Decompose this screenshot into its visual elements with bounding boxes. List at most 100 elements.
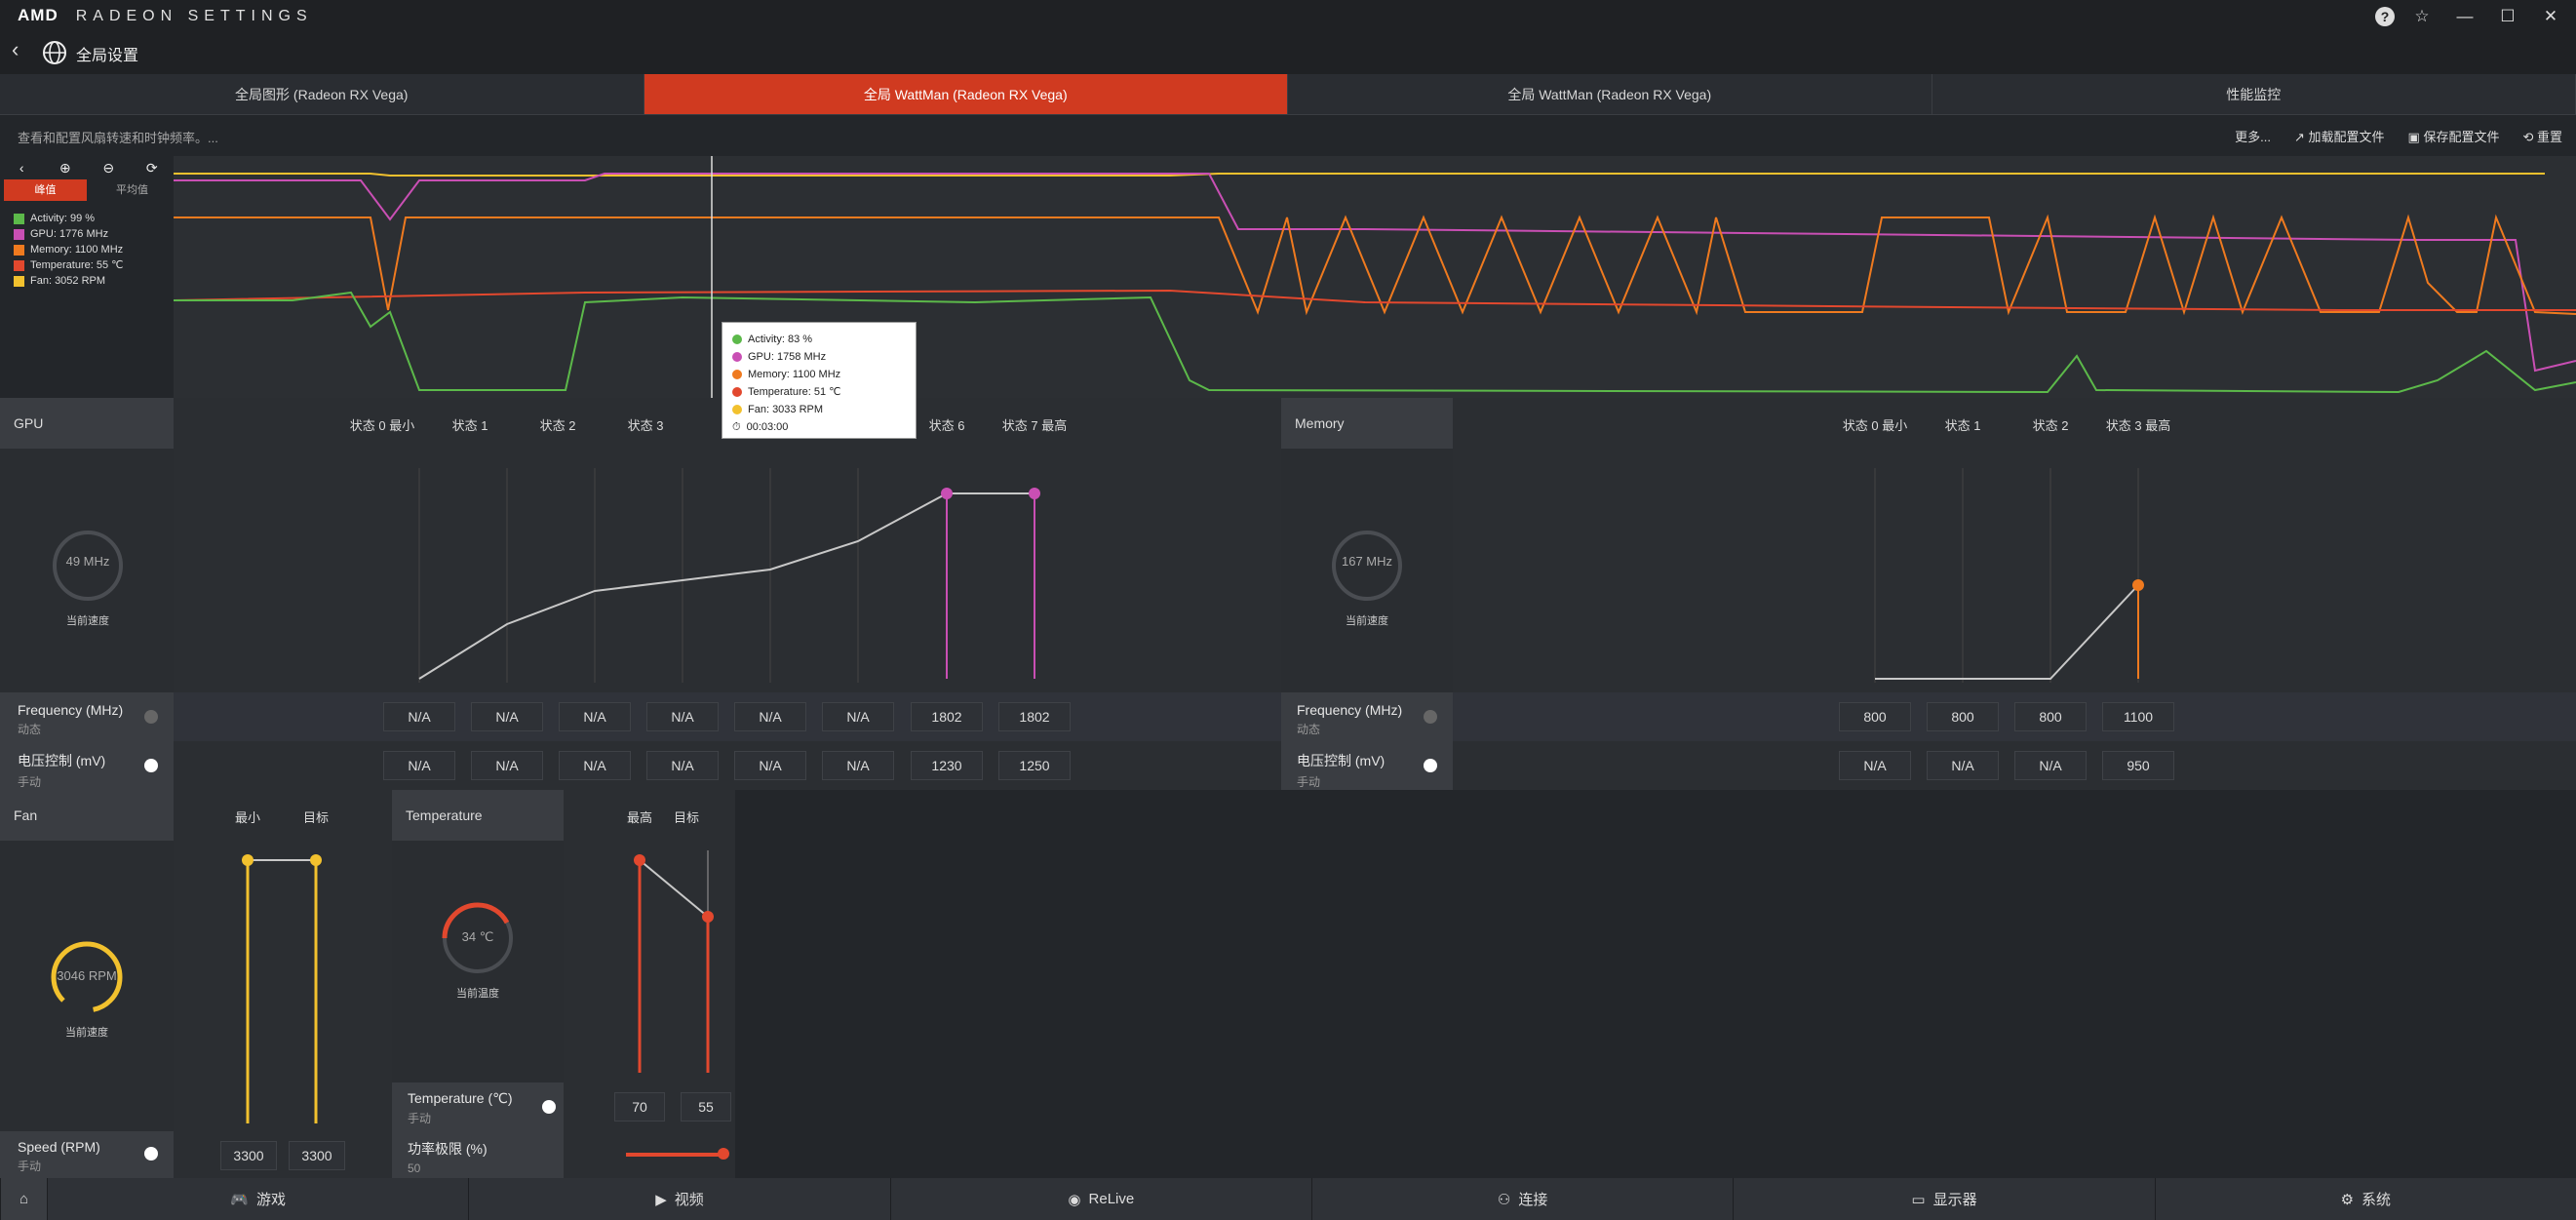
legend-gpu[interactable]: GPU: 1776 MHz [14, 226, 124, 242]
gpu-volt-input[interactable]: N/A [471, 751, 543, 780]
memory-title: Memory [1295, 415, 1345, 431]
zoom-in-icon[interactable]: ⊕ [44, 156, 88, 179]
gpu-freq-input[interactable]: 1802 [998, 702, 1071, 731]
memory-freq-input[interactable]: 800 [2014, 702, 2087, 731]
tooltip-memory: Memory: 1100 MHz [732, 366, 906, 383]
average-toggle[interactable]: 平均值 [91, 179, 174, 201]
gpu-volt-toggle[interactable] [144, 759, 158, 772]
nav-display[interactable]: ▭ 显示器 [1733, 1178, 2154, 1220]
home-button[interactable]: ⌂ [0, 1178, 47, 1220]
fan-speed-toggle[interactable] [144, 1147, 158, 1161]
tab-performance-monitor[interactable]: 性能监控 [1932, 74, 2576, 114]
app-title: RADEON SETTINGS [75, 8, 313, 24]
app-logo: AMD RADEON SETTINGS [18, 6, 313, 25]
gpu-freq-input[interactable]: N/A [734, 702, 806, 731]
memory-volt-input[interactable]: N/A [1839, 751, 1911, 780]
memory-freq-toggle[interactable] [1424, 710, 1437, 724]
maximize-button[interactable]: ☐ [2492, 4, 2523, 29]
gpu-curve[interactable] [174, 449, 1281, 692]
gpu-volt-input[interactable]: N/A [559, 751, 631, 780]
gpu-freq-toggle[interactable] [144, 710, 158, 724]
temperature-title: Temperature [406, 807, 483, 823]
temp-target-input[interactable]: 55 [681, 1092, 731, 1122]
gpu-volt-input[interactable]: N/A [822, 751, 894, 780]
tab-global-wattman-2[interactable]: 全局 WattMan (Radeon RX Vega) [1288, 74, 1932, 114]
reset-zoom-icon[interactable]: ⟳ [131, 156, 175, 179]
save-profile-button[interactable]: ▣ 保存配置文件 [2408, 127, 2500, 145]
zoom-out-icon[interactable]: ⊖ [87, 156, 131, 179]
memory-volt-input[interactable]: N/A [2014, 751, 2087, 780]
fan-target-input[interactable]: 3300 [289, 1141, 345, 1170]
memory-volt-input[interactable]: N/A [1927, 751, 1999, 780]
title-bar: AMD RADEON SETTINGS ? ☆ — ☐ ✕ [0, 0, 2576, 33]
memory-freq-input[interactable]: 1100 [2102, 702, 2174, 731]
legend-memory[interactable]: Memory: 1100 MHz [14, 242, 124, 257]
memory-gauge-cell: 167 MHz 当前速度 [1281, 449, 1453, 692]
temperature-toggle[interactable] [542, 1100, 556, 1114]
load-profile-button[interactable]: ↗ 加载配置文件 [2294, 127, 2385, 145]
close-button[interactable]: ✕ [2535, 4, 2566, 29]
memory-curve[interactable] [1453, 449, 2576, 692]
gpu-freq-input[interactable]: N/A [471, 702, 543, 731]
temperature-curve[interactable] [564, 841, 735, 1084]
fan-title-cell: Fan [0, 790, 174, 841]
legend-label: Activity: 99 % [30, 213, 96, 224]
save-profile-label: 保存配置文件 [2423, 130, 2500, 144]
nav-connect[interactable]: ⚇ 连接 [1310, 1178, 1733, 1220]
tab-global-graphics[interactable]: 全局图形 (Radeon RX Vega) [0, 74, 644, 114]
nav-relive[interactable]: ◉ ReLive [889, 1178, 1311, 1220]
gpu-freq-input[interactable]: N/A [383, 702, 455, 731]
monitor-graph[interactable] [0, 156, 2576, 398]
dot-icon [732, 335, 742, 344]
temperature-row-label: Temperature (℃) 手动 [392, 1082, 564, 1131]
fan-curve[interactable] [174, 841, 392, 1133]
gpu-volt-input[interactable]: 1230 [911, 751, 983, 780]
graph-back-icon[interactable]: ‹ [0, 156, 44, 179]
gpu-panel: GPU 状态 0 最小 状态 1 状态 2 状态 3 状态 6 状态 7 最高 … [0, 398, 1281, 790]
peak-toggle[interactable]: 峰值 [4, 179, 87, 201]
fan-min-input[interactable]: 3300 [220, 1141, 277, 1170]
memory-freq-input[interactable]: 800 [1839, 702, 1911, 731]
bottom-nav: ⌂ 🎮 游戏 ▶ 视频 ◉ ReLive ⚇ 连接 ▭ 显示器 ⚙ 系统 [0, 1178, 2576, 1220]
tooltip-time-value: 00:03:00 [746, 421, 789, 433]
legend-fan[interactable]: Fan: 3052 RPM [14, 273, 124, 289]
gpu-frequency-label: Frequency (MHz) 动态 [0, 692, 174, 741]
gpu-volt-input[interactable]: N/A [646, 751, 719, 780]
reset-button[interactable]: ⟲ 重置 [2522, 127, 2562, 145]
gpu-volt-input[interactable]: N/A [383, 751, 455, 780]
fan-gauge-label: 当前速度 [65, 1027, 108, 1039]
memory-volt-toggle[interactable] [1424, 759, 1437, 772]
power-limit-handle[interactable] [718, 1148, 729, 1160]
power-limit-slider[interactable] [626, 1153, 723, 1157]
legend-temperature[interactable]: Temperature: 55 ℃ [14, 257, 124, 273]
tooltip-label: Temperature: 51 ℃ [748, 386, 841, 398]
dot-icon [732, 405, 742, 414]
legend-activity[interactable]: Activity: 99 % [14, 211, 124, 226]
home-icon: ⌂ [19, 1191, 29, 1207]
nav-games[interactable]: 🎮 游戏 [47, 1178, 468, 1220]
gpu-volt-input[interactable]: 1250 [998, 751, 1071, 780]
back-icon[interactable]: ‹ [12, 37, 19, 62]
memory-volt-input[interactable]: 950 [2102, 751, 2174, 780]
favorite-icon[interactable]: ☆ [2406, 4, 2438, 29]
page-header: ‹ 全局设置 [0, 33, 2576, 74]
minimize-button[interactable]: — [2449, 4, 2480, 29]
legend-label: GPU: 1776 MHz [30, 228, 109, 240]
nav-video[interactable]: ▶ 视频 [468, 1178, 889, 1220]
gpu-freq-input[interactable]: N/A [822, 702, 894, 731]
help-icon[interactable]: ? [2375, 7, 2395, 26]
clock-icon: ⏱ [732, 421, 741, 433]
gpu-freq-input[interactable]: 1802 [911, 702, 983, 731]
brand-text: AMD [18, 6, 59, 24]
tab-global-wattman[interactable]: 全局 WattMan (Radeon RX Vega) [644, 74, 1288, 114]
gpu-freq-input[interactable]: N/A [559, 702, 631, 731]
more-link[interactable]: 更多... [2235, 127, 2271, 145]
temperature-line [173, 289, 2576, 311]
gpu-freq-input[interactable]: N/A [646, 702, 719, 731]
fan-line [174, 173, 2545, 177]
nav-system[interactable]: ⚙ 系统 [2154, 1178, 2576, 1220]
gpu-volt-input[interactable]: N/A [734, 751, 806, 780]
temp-max-input[interactable]: 70 [614, 1092, 665, 1122]
memory-freq-input[interactable]: 800 [1927, 702, 1999, 731]
memory-voltage-label: 电压控制 (mV) 手动 [1281, 741, 1453, 790]
